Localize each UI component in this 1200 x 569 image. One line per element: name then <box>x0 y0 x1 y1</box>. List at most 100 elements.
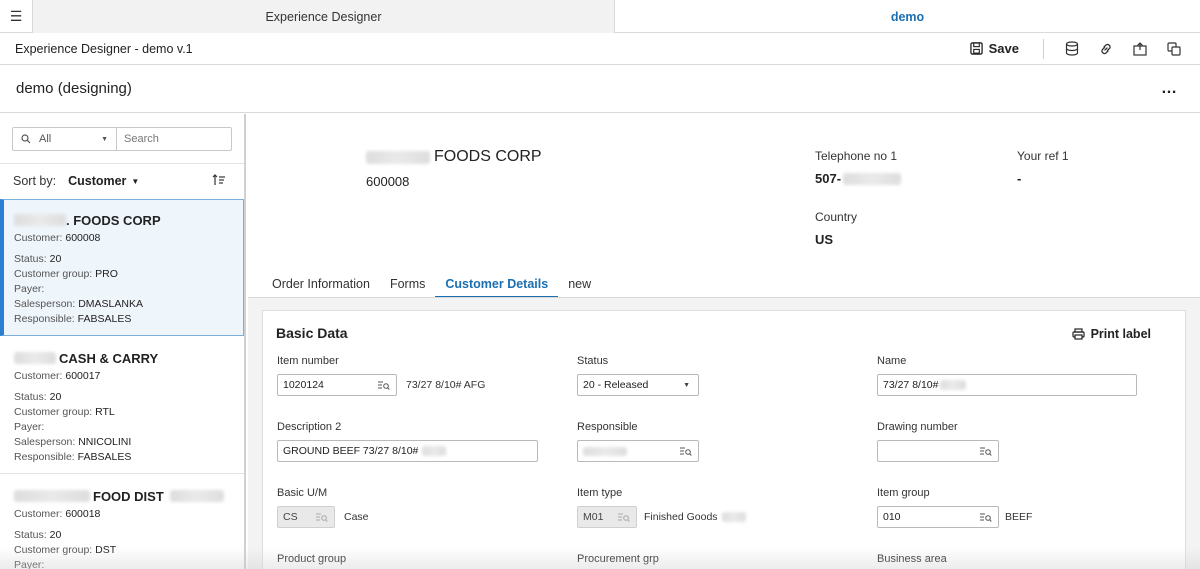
field-label: Status: <box>14 391 47 403</box>
customer-number: 600008 <box>366 174 410 189</box>
description-2-field[interactable]: GROUND BEEF 73/27 8/10# <box>277 440 538 462</box>
save-icon <box>969 42 983 55</box>
lookup-icon[interactable] <box>979 445 992 457</box>
redacted-text <box>721 512 746 522</box>
redacted-text <box>583 446 627 456</box>
customer-name: . FOODS CORP <box>66 212 161 228</box>
status-label: Status <box>577 355 609 367</box>
redacted-text <box>940 380 967 390</box>
tab-experience-designer[interactable]: Experience Designer <box>33 0 615 33</box>
item-type-description: Finished Goods <box>644 511 718 523</box>
lookup-icon[interactable] <box>979 511 992 523</box>
field-label: Payer: <box>14 559 45 569</box>
field-value: PRO <box>95 268 118 280</box>
country-label: Country <box>815 210 858 224</box>
status-value: 20 - Released <box>583 379 649 391</box>
page-header: demo (designing) … <box>0 65 1200 113</box>
export-icon[interactable] <box>1132 41 1148 57</box>
your-ref-value: - <box>1017 171 1022 186</box>
basic-um-value: CS <box>283 511 298 523</box>
chevron-down-icon[interactable]: ▼ <box>131 177 139 186</box>
list-item[interactable]: FOOD DIST Customer: 600018 Status: 20 Cu… <box>0 475 244 569</box>
status-select[interactable]: 20 - Released ▼ <box>577 374 699 396</box>
lookup-icon <box>316 513 328 522</box>
detail-tabs: Order Information Forms Customer Details… <box>272 274 601 298</box>
item-group-value: 010 <box>883 511 901 523</box>
item-number-value: 1020124 <box>283 379 324 391</box>
sub-bar: Experience Designer - demo v.1 Save <box>0 33 1200 65</box>
field-label: Responsible: <box>14 313 75 325</box>
list-item[interactable]: . FOODS CORP Customer: 600008 Status: 20… <box>0 199 244 336</box>
top-bar: ☰ Experience Designer demo <box>0 0 1200 33</box>
field-label: Responsible: <box>14 451 75 463</box>
toolbar-divider <box>1043 38 1044 59</box>
lookup-icon[interactable] <box>377 379 390 391</box>
item-type-value: M01 <box>583 511 604 523</box>
name-label: Name <box>877 355 907 367</box>
field-value: 20 <box>49 529 62 541</box>
search-input[interactable]: Search <box>117 128 231 150</box>
field-label: Payer: <box>14 283 45 295</box>
filter-dropdown[interactable]: All ▼ <box>13 128 117 150</box>
customer-detail-panel: FOODS CORP 600008 Telephone no 1 507- Yo… <box>248 114 1200 569</box>
card-title: Basic Data <box>276 325 348 341</box>
sort-row: Sort by: Customer ▼ <box>0 163 244 198</box>
telephone-value: 507- <box>815 171 842 186</box>
field-label: Status: <box>14 253 47 265</box>
search-icon <box>21 134 31 144</box>
field-value: RTL <box>95 406 115 418</box>
redacted-text <box>169 490 224 502</box>
sort-label: Sort by: <box>13 174 57 188</box>
your-ref-label: Your ref 1 <box>1017 149 1069 163</box>
field-value: 20 <box>49 391 62 403</box>
item-number-field[interactable]: 1020124 <box>277 374 397 396</box>
field-value: FABSALES <box>77 313 132 325</box>
tab-customer-details[interactable]: Customer Details <box>435 274 559 298</box>
tab-new[interactable]: new <box>558 274 601 298</box>
save-button[interactable]: Save <box>969 41 1019 56</box>
field-label: Customer group: <box>14 406 93 418</box>
lookup-icon[interactable] <box>679 445 692 457</box>
sort-dropdown[interactable]: Customer <box>68 174 126 188</box>
copy-icon[interactable] <box>1166 41 1182 57</box>
telephone-label: Telephone no 1 <box>815 149 898 163</box>
lookup-icon <box>618 513 630 522</box>
field-label: Payer: <box>14 421 45 433</box>
tab-forms[interactable]: Forms <box>380 274 435 298</box>
field-label: Status: <box>14 529 47 541</box>
procurement-group-label: Procurement grp <box>577 553 659 565</box>
tab-demo[interactable]: demo <box>615 0 1200 33</box>
basic-um-description: Case <box>344 511 369 523</box>
more-options-icon[interactable]: … <box>1161 80 1178 98</box>
name-field[interactable]: 73/27 8/10# <box>877 374 1137 396</box>
item-group-field[interactable]: 010 <box>877 506 999 528</box>
database-icon[interactable] <box>1064 41 1080 57</box>
country-value: US <box>815 232 834 247</box>
redacted-text <box>14 490 90 502</box>
page-title: demo (designing) <box>16 80 132 97</box>
field-label: Salesperson: <box>14 298 76 310</box>
list-item[interactable]: CASH & CARRY Customer: 600017 Status: 20… <box>0 337 244 474</box>
hamburger-icon[interactable]: ☰ <box>0 0 33 33</box>
print-label-button[interactable]: Print label <box>1071 327 1151 341</box>
description-2-value: GROUND BEEF 73/27 8/10# <box>283 445 419 457</box>
customer-name: CASH & CARRY <box>59 350 159 366</box>
product-group-label: Product group <box>277 553 347 565</box>
filter-value: All <box>39 133 52 145</box>
responsible-field[interactable] <box>577 440 699 462</box>
app-breadcrumb: Experience Designer - demo v.1 <box>15 41 193 56</box>
print-label-text: Print label <box>1090 327 1151 341</box>
link-icon[interactable] <box>1098 41 1114 57</box>
printer-icon <box>1071 328 1085 340</box>
basic-data-card: Basic Data Print label Item number 10201… <box>262 310 1186 569</box>
redacted-text <box>14 214 66 226</box>
basic-um-field: CS <box>277 506 335 528</box>
drawing-number-field[interactable] <box>877 440 999 462</box>
field-value: NNICOLINI <box>78 436 132 448</box>
field-value: DST <box>95 544 117 556</box>
tab-order-information[interactable]: Order Information <box>272 274 380 298</box>
sort-order-icon[interactable] <box>212 173 226 187</box>
description-2-label: Description 2 <box>277 421 342 433</box>
item-number-label: Item number <box>277 355 339 367</box>
filter-bar: All ▼ Search <box>12 127 232 151</box>
